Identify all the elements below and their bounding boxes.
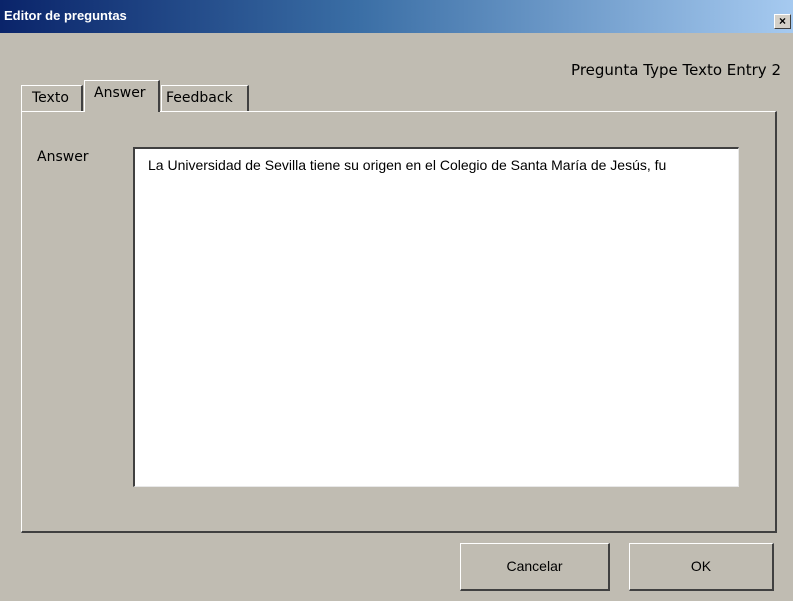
tab-label: Answer (94, 85, 146, 101)
answer-text: La Universidad de Sevilla tiene su orige… (148, 157, 667, 173)
tab-label: Texto (32, 90, 69, 106)
cancel-button[interactable]: Cancelar (460, 543, 610, 591)
tab-answer[interactable]: Answer (84, 80, 160, 112)
tab-label: Feedback (166, 90, 233, 106)
answer-textarea[interactable]: La Universidad de Sevilla tiene su orige… (133, 147, 739, 487)
tab-texto[interactable]: Texto (21, 85, 83, 112)
tab-panel-answer: Answer La Universidad de Sevilla tiene s… (21, 111, 777, 533)
question-type-label: Pregunta Type Texto Entry 2 (571, 61, 781, 79)
tab-feedback[interactable]: Feedback (161, 85, 249, 112)
window-title: Editor de preguntas (4, 8, 127, 23)
title-bar: Editor de preguntas × (0, 0, 793, 33)
close-button[interactable]: × (774, 14, 791, 29)
ok-button[interactable]: OK (629, 543, 774, 591)
answer-label: Answer (37, 149, 89, 165)
close-icon: × (778, 14, 786, 28)
